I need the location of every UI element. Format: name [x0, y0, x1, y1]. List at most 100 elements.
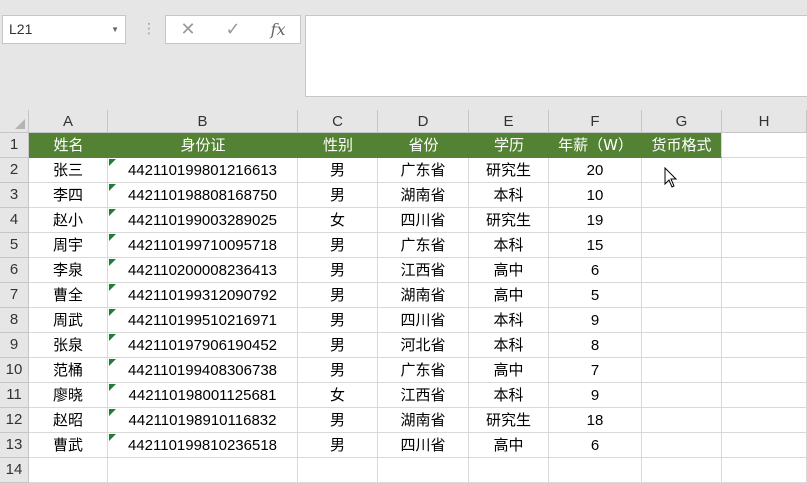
cell-salary[interactable]: 15 — [549, 233, 642, 258]
cell-edu[interactable]: 本科 — [469, 333, 549, 358]
cell-province[interactable]: 湖南省 — [378, 183, 469, 208]
cell-edu[interactable]: 本科 — [469, 383, 549, 408]
cell-name[interactable]: 张泉 — [29, 333, 108, 358]
cell-province[interactable]: 广东省 — [378, 358, 469, 383]
column-header-a[interactable]: A — [29, 110, 108, 133]
cell[interactable] — [642, 258, 722, 283]
cell-gender[interactable]: 男 — [298, 183, 378, 208]
cell-province[interactable]: 四川省 — [378, 433, 469, 458]
cell-province[interactable]: 湖南省 — [378, 283, 469, 308]
header-cell[interactable]: 身份证 — [108, 133, 298, 158]
cell-salary[interactable]: 9 — [549, 383, 642, 408]
cell[interactable] — [722, 383, 807, 408]
cell-province[interactable]: 四川省 — [378, 308, 469, 333]
cell-edu[interactable]: 本科 — [469, 183, 549, 208]
cell[interactable] — [642, 233, 722, 258]
cell[interactable] — [722, 408, 807, 433]
column-header-e[interactable]: E — [469, 110, 549, 133]
insert-function-icon[interactable]: fx — [258, 16, 298, 43]
cancel-x-icon[interactable]: ✕ — [168, 16, 208, 43]
cell[interactable] — [722, 233, 807, 258]
cell-edu[interactable]: 研究生 — [469, 408, 549, 433]
cell-id[interactable]: 442110198001125681 — [108, 383, 298, 408]
cell-province[interactable]: 江西省 — [378, 258, 469, 283]
cell[interactable] — [549, 458, 642, 483]
cell[interactable] — [642, 208, 722, 233]
row-header-1[interactable]: 1 — [0, 133, 29, 158]
cell[interactable] — [642, 308, 722, 333]
cell[interactable] — [642, 408, 722, 433]
cell[interactable] — [642, 158, 722, 183]
cell-gender[interactable]: 男 — [298, 308, 378, 333]
cell-gender[interactable]: 男 — [298, 333, 378, 358]
cell[interactable] — [378, 458, 469, 483]
cell-gender[interactable]: 男 — [298, 258, 378, 283]
cell[interactable] — [108, 458, 298, 483]
row-header-3[interactable]: 3 — [0, 183, 29, 208]
row-header-8[interactable]: 8 — [0, 308, 29, 333]
cell-edu[interactable]: 本科 — [469, 308, 549, 333]
header-cell[interactable]: 性别 — [298, 133, 378, 158]
cell[interactable] — [722, 183, 807, 208]
cell-salary[interactable]: 10 — [549, 183, 642, 208]
cell-gender[interactable]: 男 — [298, 408, 378, 433]
cell-salary[interactable]: 9 — [549, 308, 642, 333]
cell-id[interactable]: 442110198910116832 — [108, 408, 298, 433]
cell-id[interactable]: 442110199801216613 — [108, 158, 298, 183]
cell[interactable] — [642, 283, 722, 308]
cell-province[interactable]: 江西省 — [378, 383, 469, 408]
cell[interactable] — [642, 458, 722, 483]
cell-id[interactable]: 442110199408306738 — [108, 358, 298, 383]
row-header-13[interactable]: 13 — [0, 433, 29, 458]
cell[interactable] — [642, 183, 722, 208]
checkmark-icon[interactable]: ✓ — [213, 16, 253, 43]
cell-salary[interactable]: 5 — [549, 283, 642, 308]
cell-gender[interactable]: 男 — [298, 283, 378, 308]
cell-province[interactable]: 广东省 — [378, 158, 469, 183]
cell[interactable] — [642, 333, 722, 358]
row-header-6[interactable]: 6 — [0, 258, 29, 283]
cell-id[interactable]: 442110199810236518 — [108, 433, 298, 458]
cell-province[interactable]: 河北省 — [378, 333, 469, 358]
name-box[interactable]: L21 ▼ — [2, 15, 126, 44]
cell-edu[interactable]: 高中 — [469, 358, 549, 383]
cell-id[interactable]: 442110199312090792 — [108, 283, 298, 308]
cell[interactable] — [29, 458, 108, 483]
cell-edu[interactable]: 研究生 — [469, 158, 549, 183]
cell-name[interactable]: 李四 — [29, 183, 108, 208]
cell-id[interactable]: 442110200008236413 — [108, 258, 298, 283]
cell[interactable] — [469, 458, 549, 483]
cell-province[interactable]: 湖南省 — [378, 408, 469, 433]
cell[interactable] — [722, 433, 807, 458]
cell-id[interactable]: 442110197906190452 — [108, 333, 298, 358]
column-header-f[interactable]: F — [549, 110, 642, 133]
row-header-2[interactable]: 2 — [0, 158, 29, 183]
cell-name[interactable]: 赵昭 — [29, 408, 108, 433]
cell-gender[interactable]: 男 — [298, 158, 378, 183]
cell-edu[interactable]: 本科 — [469, 233, 549, 258]
header-cell[interactable]: 货币格式 — [642, 133, 722, 158]
drag-handle-icon[interactable]: ⋮ — [142, 15, 156, 44]
cell-edu[interactable]: 高中 — [469, 258, 549, 283]
column-header-c[interactable]: C — [298, 110, 378, 133]
cell-name[interactable]: 周宇 — [29, 233, 108, 258]
cell[interactable] — [722, 258, 807, 283]
row-header-12[interactable]: 12 — [0, 408, 29, 433]
cell[interactable] — [722, 458, 807, 483]
row-header-11[interactable]: 11 — [0, 383, 29, 408]
cell-province[interactable]: 四川省 — [378, 208, 469, 233]
cell-gender[interactable]: 男 — [298, 233, 378, 258]
cell[interactable] — [642, 383, 722, 408]
cell-gender[interactable]: 女 — [298, 208, 378, 233]
row-header-9[interactable]: 9 — [0, 333, 29, 358]
cell-name[interactable]: 张三 — [29, 158, 108, 183]
cell-name[interactable]: 曹武 — [29, 433, 108, 458]
cell-id[interactable]: 442110199510216971 — [108, 308, 298, 333]
row-header-5[interactable]: 5 — [0, 233, 29, 258]
cell[interactable] — [722, 133, 807, 158]
cell-salary[interactable]: 8 — [549, 333, 642, 358]
row-header-4[interactable]: 4 — [0, 208, 29, 233]
header-cell[interactable]: 学历 — [469, 133, 549, 158]
cell-salary[interactable]: 6 — [549, 433, 642, 458]
cell-gender[interactable]: 男 — [298, 358, 378, 383]
